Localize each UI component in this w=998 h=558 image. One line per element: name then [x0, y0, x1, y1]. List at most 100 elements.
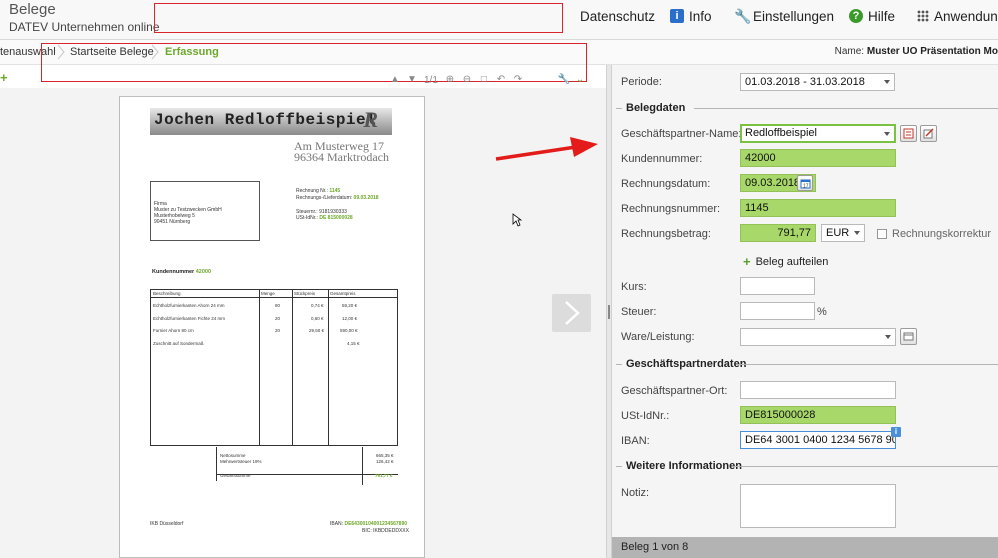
- kurs-field[interactable]: [740, 277, 815, 295]
- rechnungsbetrag-field[interactable]: 791,77: [740, 224, 816, 242]
- annotation-arrow-icon: [495, 137, 598, 161]
- caret-down-icon: [885, 335, 891, 339]
- wrench-icon: 🔧: [734, 8, 752, 24]
- grand-total-label: Gesamtsumme: [220, 473, 251, 478]
- gp-name-value: Redloffbeispiel: [745, 127, 817, 139]
- caret-down-icon: [884, 80, 890, 84]
- app-subtitle: DATEV Unternehmen online: [9, 20, 160, 34]
- list-icon: [903, 332, 914, 341]
- ware-lookup-button[interactable]: [900, 328, 917, 345]
- kurs-label: Kurs:: [621, 281, 647, 293]
- nav-anwendungen[interactable]: Anwendung: [917, 0, 998, 32]
- totals-divider: [362, 447, 363, 485]
- table-header-cell: Beschreibung: [153, 291, 181, 296]
- zoom-out-icon[interactable]: ⊖: [462, 75, 472, 85]
- section-geschaeftspartnerdaten: Geschäftspartnerdaten: [616, 357, 746, 371]
- notiz-textarea[interactable]: [740, 484, 896, 528]
- customer-number-value: 42000: [195, 269, 211, 275]
- rotate-right-icon[interactable]: ↷: [513, 75, 523, 85]
- user-name-display: Name: Muster UO Präsentation Mo: [835, 46, 998, 57]
- triangle-up-icon[interactable]: ▲: [390, 75, 400, 85]
- nav-info[interactable]: i Info: [670, 0, 712, 32]
- date-picker-button[interactable]: 17: [797, 175, 813, 191]
- wrench-icon[interactable]: 🔧: [558, 75, 570, 85]
- plus-icon: +: [743, 254, 751, 269]
- fit-page-icon[interactable]: □: [479, 75, 489, 85]
- nav-einstellungen[interactable]: 🔧 Einstellungen: [734, 0, 834, 32]
- section-title: Geschäftspartnerdaten: [626, 358, 747, 370]
- nav-datenschutz[interactable]: Datenschutz: [580, 0, 655, 32]
- table-cell: 590,00 €: [340, 328, 358, 333]
- beleg-aufteilen-button[interactable]: + Beleg aufteilen: [743, 254, 828, 269]
- ust-idnr-label: USt-IdNr.:: [621, 410, 670, 422]
- rechnungskorrektur-label: Rechnungskorrektur: [892, 228, 992, 240]
- gp-ort-field[interactable]: [740, 381, 896, 399]
- gp-ort-label: Geschäftspartner-Ort:: [621, 385, 728, 397]
- nav-datenschutz-label: Datenschutz: [580, 8, 656, 24]
- bank-name: IKB Düsseldorf: [150, 521, 184, 527]
- ust-idnr-field[interactable]: DE815000028: [740, 406, 896, 424]
- user-name-label: Name:: [834, 46, 865, 57]
- edit-icon: [923, 128, 934, 139]
- table-divider: [292, 290, 293, 445]
- nav-info-label: Info: [689, 8, 712, 24]
- currency-value: EUR: [826, 227, 850, 239]
- nav-hilfe-label: Hilfe: [868, 8, 896, 24]
- table-cell: 59,20 €: [342, 303, 358, 308]
- form-panel: Periode: 01.03.2018 - 31.03.2018 Belegda…: [612, 65, 998, 558]
- iban-label: IBAN:: [621, 435, 650, 447]
- grand-total-value: 791,77 €: [375, 473, 393, 478]
- footer-bic: BIC: IKBDDEDDXXX: [362, 528, 409, 534]
- table-cell: 20: [275, 328, 281, 333]
- section-belegdaten: Belegdaten: [616, 101, 685, 115]
- iban-field[interactable]: DE64 3001 0400 1234 5678 90: [740, 431, 896, 449]
- top-header: Belege DATEV Unternehmen online Datensch…: [0, 0, 998, 40]
- user-name-value: Muster UO Präsentation Mo: [866, 46, 998, 57]
- section-title: Belegdaten: [626, 102, 686, 114]
- invoice-document: Jochen Redloffbeispiel R Am Musterweg 17…: [119, 96, 425, 558]
- invoice-date-label: Rechnungs-/Lieferdatum:: [296, 195, 353, 201]
- nav-einstellungen-label: Einstellungen: [753, 8, 835, 24]
- add-icon[interactable]: +: [0, 70, 8, 85]
- currency-select[interactable]: EUR: [821, 224, 865, 242]
- help-icon: ?: [849, 9, 863, 23]
- table-cell: 80: [275, 303, 281, 308]
- nav-hilfe[interactable]: ? Hilfe: [849, 0, 895, 32]
- kundennummer-field[interactable]: 42000: [740, 149, 896, 167]
- address-book-icon: [903, 128, 914, 139]
- partner-edit-button[interactable]: [920, 125, 937, 142]
- table-cell: 0,74 €: [311, 303, 324, 308]
- table-cell: Echtholzfurnierkanten Fichte 24 mm: [153, 316, 226, 321]
- table-header-cell: Menge: [261, 291, 275, 296]
- section-weitere-informationen: Weitere Informationen: [616, 459, 742, 473]
- chevron-down-icon[interactable]: ⌄: [575, 75, 585, 85]
- caret-down-icon: [884, 132, 890, 136]
- invoice-number-line: Rechnung Nr.: 1145: [296, 188, 340, 194]
- info-icon[interactable]: i: [891, 427, 901, 437]
- table-cell: Echtholzfurnierkanten Ahorn 24 mm: [153, 303, 225, 308]
- rechnungsnummer-label: Rechnungsnummer:: [621, 203, 721, 215]
- rechnungsnummer-field[interactable]: 1145: [740, 199, 896, 217]
- section-rule: [694, 108, 998, 109]
- rechnungskorrektur-checkbox[interactable]: [877, 229, 887, 239]
- triangle-down-icon[interactable]: ▼: [407, 75, 417, 85]
- vat-id-line: USt-IdNr.: DE 815000028: [296, 215, 353, 221]
- periode-select[interactable]: 01.03.2018 - 31.03.2018: [740, 73, 895, 91]
- section-rule: [732, 466, 998, 467]
- rotate-left-icon[interactable]: ↶: [496, 75, 506, 85]
- zoom-in-icon[interactable]: ⊕: [445, 75, 455, 85]
- steuer-field[interactable]: [740, 302, 815, 320]
- annotation-highlight-box: [154, 3, 563, 33]
- table-cell: Furnier Ahorn 80 cm: [153, 328, 194, 333]
- caret-down-icon: [854, 231, 860, 235]
- section-rule: [736, 364, 998, 365]
- partner-lookup-button[interactable]: [900, 125, 917, 142]
- table-cell: Zuschnitt auf Sondermaß: [153, 341, 204, 346]
- table-header-cell: Stückpreis: [294, 291, 316, 296]
- apps-grid-icon: [917, 10, 929, 22]
- gp-name-select[interactable]: Redloffbeispiel: [740, 124, 896, 143]
- next-document-button[interactable]: [552, 294, 591, 332]
- table-cell: 29,50 €: [309, 328, 325, 333]
- ware-select[interactable]: [740, 328, 896, 346]
- table-divider: [328, 290, 329, 445]
